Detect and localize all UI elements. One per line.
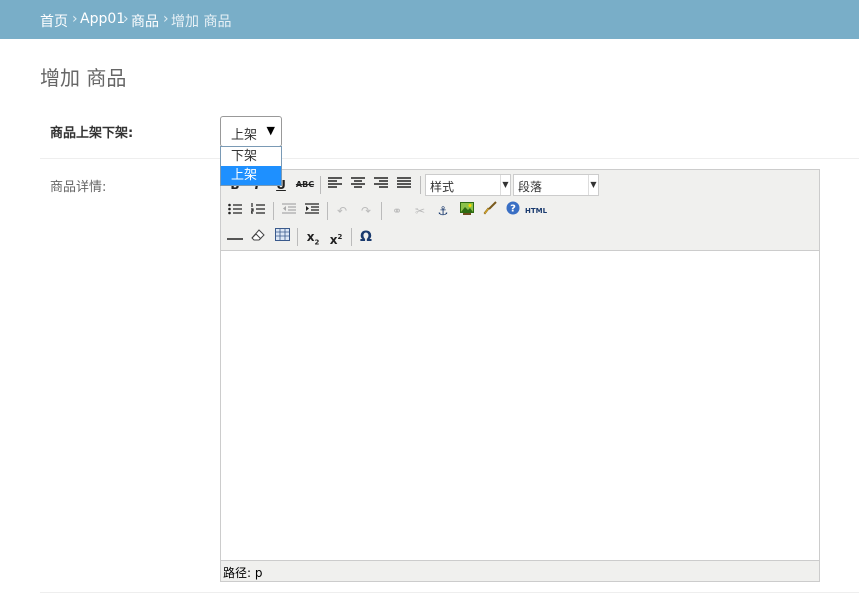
outdent-icon[interactable] bbox=[279, 201, 299, 221]
toolbar-separator bbox=[297, 228, 298, 246]
toolbar-separator bbox=[320, 176, 321, 194]
page-title: 增加 商品 bbox=[40, 66, 127, 90]
editor-toolbar: B I U ABC 样式 ▼ 段落 ▼ bbox=[221, 170, 819, 250]
horizontal-rule-icon[interactable] bbox=[225, 227, 245, 247]
align-left-icon[interactable] bbox=[325, 175, 345, 195]
status-select[interactable]: 上架 ▼ bbox=[220, 116, 282, 147]
style-select[interactable]: 样式 ▼ bbox=[425, 174, 511, 196]
numbered-list-icon[interactable] bbox=[248, 201, 268, 221]
status-option-on[interactable]: 上架 bbox=[221, 166, 281, 185]
redo-icon[interactable]: ↷ bbox=[356, 201, 376, 221]
detail-label: 商品详情: bbox=[50, 180, 107, 195]
style-select-value: 样式 bbox=[430, 180, 455, 194]
subscript-icon[interactable]: x2 bbox=[303, 227, 323, 247]
header-bar: 首页 › App01 › 商品 › 增加 商品 bbox=[0, 0, 859, 39]
breadcrumb-model-link[interactable]: 商品 bbox=[131, 11, 159, 31]
row-divider bbox=[40, 592, 859, 593]
chevron-down-icon: ▼ bbox=[266, 124, 275, 137]
image-icon[interactable] bbox=[457, 201, 477, 221]
rich-text-editor: B I U ABC 样式 ▼ 段落 ▼ bbox=[220, 169, 820, 582]
breadcrumb-current: 增加 商品 bbox=[171, 14, 232, 30]
row-divider bbox=[40, 158, 859, 159]
editor-path-status: 路径: p bbox=[223, 566, 263, 580]
anchor-icon[interactable]: ⚓ bbox=[433, 201, 453, 221]
cleanup-brush-icon[interactable] bbox=[480, 201, 500, 221]
status-dropdown-list: 下架 上架 bbox=[220, 146, 282, 186]
toolbar-separator bbox=[381, 202, 382, 220]
chevron-down-icon: ▼ bbox=[588, 175, 598, 195]
bullet-list-icon[interactable] bbox=[225, 201, 245, 221]
align-center-icon[interactable] bbox=[348, 175, 368, 195]
breadcrumb-app-link[interactable]: App01 bbox=[80, 11, 125, 27]
status-label: 商品上架下架: bbox=[50, 126, 134, 141]
undo-icon[interactable]: ↶ bbox=[332, 201, 352, 221]
special-char-omega-icon[interactable]: Ω bbox=[356, 227, 376, 247]
breadcrumb-separator: › bbox=[72, 11, 78, 27]
help-icon[interactable]: ? bbox=[503, 201, 523, 221]
unlink-icon[interactable]: ✂ bbox=[410, 201, 430, 221]
svg-text:?: ? bbox=[510, 204, 516, 215]
superscript-icon[interactable]: x2 bbox=[326, 227, 346, 247]
align-justify-icon[interactable] bbox=[394, 175, 414, 195]
toolbar-separator bbox=[327, 202, 328, 220]
link-icon[interactable]: ⚭ bbox=[387, 201, 407, 221]
html-source-button[interactable]: HTML bbox=[525, 201, 547, 221]
toolbar-separator bbox=[420, 176, 421, 194]
strikethrough-icon[interactable]: ABC bbox=[295, 175, 315, 195]
breadcrumb-separator: › bbox=[123, 11, 129, 27]
status-option-off[interactable]: 下架 bbox=[221, 147, 281, 166]
align-right-icon[interactable] bbox=[371, 175, 391, 195]
breadcrumb-separator: › bbox=[163, 11, 169, 27]
indent-icon[interactable] bbox=[302, 201, 322, 221]
remove-format-eraser-icon[interactable] bbox=[248, 227, 268, 247]
format-select-value: 段落 bbox=[518, 180, 543, 194]
format-select[interactable]: 段落 ▼ bbox=[513, 174, 599, 196]
table-icon[interactable] bbox=[272, 227, 292, 247]
breadcrumb-home-link[interactable]: 首页 bbox=[40, 11, 68, 31]
status-select-value: 上架 bbox=[231, 128, 258, 143]
chevron-down-icon: ▼ bbox=[500, 175, 510, 195]
editor-content-area[interactable] bbox=[221, 250, 819, 561]
toolbar-separator bbox=[273, 202, 274, 220]
toolbar-separator bbox=[351, 228, 352, 246]
